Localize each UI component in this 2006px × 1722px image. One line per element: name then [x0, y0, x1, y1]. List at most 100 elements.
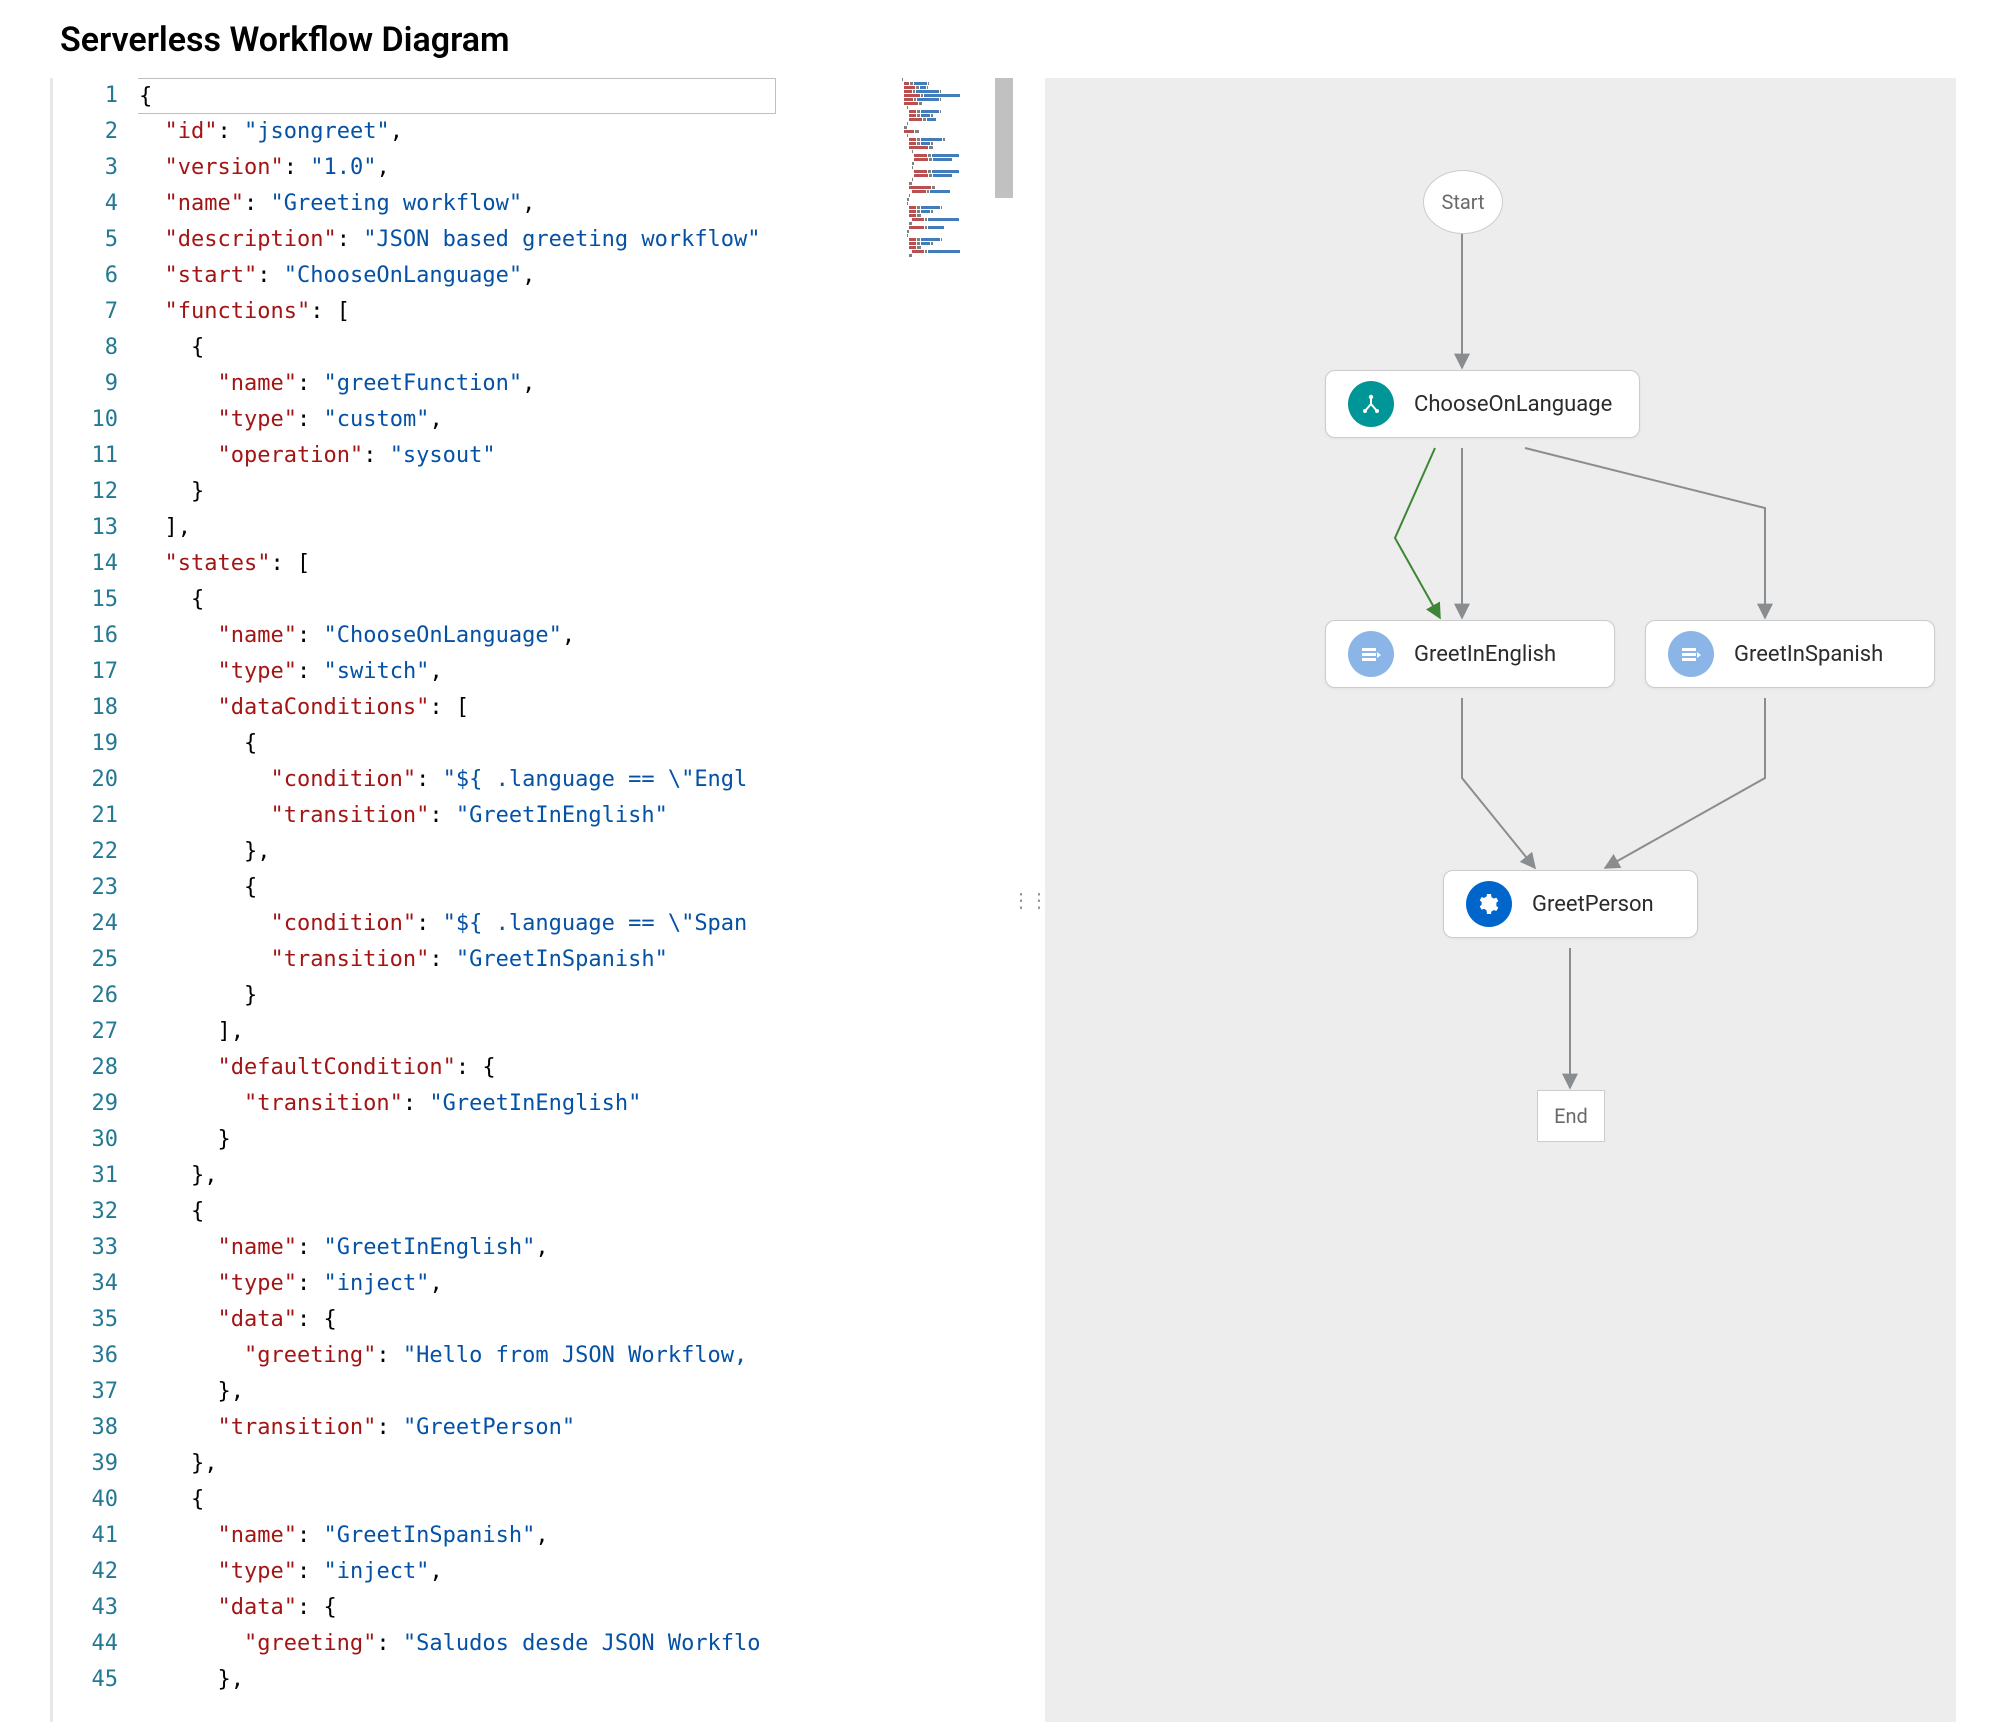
code-line[interactable]: "greeting": "Hello from JSON Workflow,	[138, 1338, 1013, 1374]
code-line[interactable]: "transition": "GreetInEnglish"	[138, 798, 1013, 834]
line-number: 38	[53, 1410, 118, 1446]
line-number: 22	[53, 834, 118, 870]
code-line[interactable]: "version": "1.0",	[138, 150, 1013, 186]
line-number: 45	[53, 1662, 118, 1698]
code-content[interactable]: { "id": "jsongreet", "version": "1.0", "…	[138, 78, 1013, 1722]
line-number: 21	[53, 798, 118, 834]
code-line[interactable]: "type": "switch",	[138, 654, 1013, 690]
line-number: 43	[53, 1590, 118, 1626]
code-line[interactable]: "states": [	[138, 546, 1013, 582]
line-number: 6	[53, 258, 118, 294]
line-number: 25	[53, 942, 118, 978]
code-line[interactable]: "name": "ChooseOnLanguage",	[138, 618, 1013, 654]
line-number: 10	[53, 402, 118, 438]
code-editor[interactable]: 1234567891011121314151617181920212223242…	[53, 78, 1013, 1722]
code-line[interactable]: "transition": "GreetInEnglish"	[138, 1086, 1013, 1122]
code-line[interactable]: "type": "inject",	[138, 1266, 1013, 1302]
code-line[interactable]: "condition": "${ .language == \"Engl	[138, 762, 1013, 798]
code-line[interactable]: "defaultCondition": {	[138, 1050, 1013, 1086]
code-line[interactable]: "name": "greetFunction",	[138, 366, 1013, 402]
code-line[interactable]: "functions": [	[138, 294, 1013, 330]
line-number: 18	[53, 690, 118, 726]
line-number: 28	[53, 1050, 118, 1086]
line-number: 26	[53, 978, 118, 1014]
line-number: 24	[53, 906, 118, 942]
line-number: 40	[53, 1482, 118, 1518]
start-node[interactable]: Start	[1423, 170, 1503, 234]
code-line[interactable]: "id": "jsongreet",	[138, 114, 1013, 150]
line-number: 11	[53, 438, 118, 474]
pane-splitter[interactable]: ⋮⋮	[1013, 78, 1045, 1722]
code-line[interactable]: },	[138, 1374, 1013, 1410]
line-number: 39	[53, 1446, 118, 1482]
node-greet-person[interactable]: GreetPerson	[1443, 870, 1698, 938]
code-line[interactable]: "data": {	[138, 1590, 1013, 1626]
inject-icon	[1348, 631, 1394, 677]
line-number: 2	[53, 114, 118, 150]
code-line[interactable]: "transition": "GreetInSpanish"	[138, 942, 1013, 978]
line-number: 7	[53, 294, 118, 330]
code-line[interactable]: "name": "Greeting workflow",	[138, 186, 1013, 222]
splitter-handle-icon: ⋮⋮	[1011, 888, 1047, 912]
code-line[interactable]: ],	[138, 1014, 1013, 1050]
line-number: 20	[53, 762, 118, 798]
line-number: 36	[53, 1338, 118, 1374]
line-number: 16	[53, 618, 118, 654]
code-line[interactable]: },	[138, 1158, 1013, 1194]
node-label: GreetPerson	[1532, 892, 1654, 917]
minimap-scrollbar[interactable]	[995, 78, 1013, 198]
start-label: Start	[1441, 190, 1484, 214]
line-number: 35	[53, 1302, 118, 1338]
node-greet-in-spanish[interactable]: GreetInSpanish	[1645, 620, 1935, 688]
minimap[interactable]	[898, 78, 1013, 358]
code-line[interactable]: {	[138, 1482, 1013, 1518]
code-line[interactable]: "type": "inject",	[138, 1554, 1013, 1590]
code-line[interactable]: "start": "ChooseOnLanguage",	[138, 258, 1013, 294]
line-number: 37	[53, 1374, 118, 1410]
node-choose-on-language[interactable]: ChooseOnLanguage	[1325, 370, 1640, 438]
code-line[interactable]: "data": {	[138, 1302, 1013, 1338]
line-number: 8	[53, 330, 118, 366]
code-line[interactable]: "transition": "GreetPerson"	[138, 1410, 1013, 1446]
line-number: 5	[53, 222, 118, 258]
code-line[interactable]: {	[138, 726, 1013, 762]
line-number: 30	[53, 1122, 118, 1158]
code-line[interactable]: {	[138, 1194, 1013, 1230]
line-number: 33	[53, 1230, 118, 1266]
code-line[interactable]: "greeting": "Saludos desde JSON Workflo	[138, 1626, 1013, 1662]
code-line[interactable]: }	[138, 474, 1013, 510]
line-number: 1	[53, 78, 118, 114]
workspace: 1234567891011121314151617181920212223242…	[50, 78, 1956, 1722]
line-number: 31	[53, 1158, 118, 1194]
code-line[interactable]: {	[138, 330, 1013, 366]
code-line[interactable]: },	[138, 1446, 1013, 1482]
code-line[interactable]: "dataConditions": [	[138, 690, 1013, 726]
code-line[interactable]: "name": "GreetInEnglish",	[138, 1230, 1013, 1266]
switch-icon	[1348, 381, 1394, 427]
inject-icon	[1668, 631, 1714, 677]
line-number: 42	[53, 1554, 118, 1590]
line-number: 32	[53, 1194, 118, 1230]
end-node[interactable]: End	[1537, 1090, 1605, 1142]
code-line[interactable]: "operation": "sysout"	[138, 438, 1013, 474]
code-line[interactable]: {	[138, 78, 776, 114]
code-line[interactable]: {	[138, 870, 1013, 906]
line-number: 12	[53, 474, 118, 510]
minimap-content	[898, 78, 993, 358]
page-title: Serverless Workflow Diagram	[50, 20, 1956, 60]
code-line[interactable]: },	[138, 834, 1013, 870]
code-line[interactable]: "condition": "${ .language == \"Span	[138, 906, 1013, 942]
code-line[interactable]: }	[138, 978, 1013, 1014]
code-line[interactable]: "description": "JSON based greeting work…	[138, 222, 1013, 258]
code-line[interactable]: },	[138, 1662, 1013, 1698]
code-line[interactable]: "type": "custom",	[138, 402, 1013, 438]
line-number: 41	[53, 1518, 118, 1554]
node-greet-in-english[interactable]: GreetInEnglish	[1325, 620, 1615, 688]
line-number: 19	[53, 726, 118, 762]
code-line[interactable]: {	[138, 582, 1013, 618]
line-number: 14	[53, 546, 118, 582]
code-line[interactable]: ],	[138, 510, 1013, 546]
diagram-canvas[interactable]: Start ChooseOnLanguage	[1045, 78, 1956, 1722]
code-line[interactable]: "name": "GreetInSpanish",	[138, 1518, 1013, 1554]
code-line[interactable]: }	[138, 1122, 1013, 1158]
